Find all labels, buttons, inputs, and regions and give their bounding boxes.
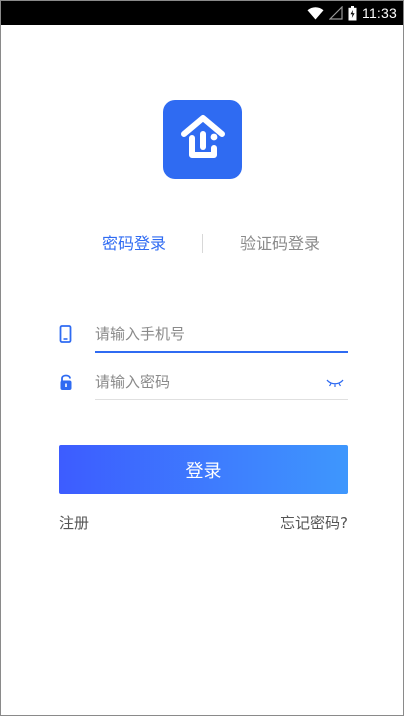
- register-link[interactable]: 注册: [59, 512, 89, 534]
- password-input[interactable]: [95, 365, 327, 399]
- login-tabs: 密码登录 验证码登录: [1, 229, 403, 259]
- forgot-password-link[interactable]: 忘记密码?: [280, 512, 348, 534]
- eye-closed-icon[interactable]: [326, 375, 344, 389]
- status-bar: 11:33: [1, 1, 403, 25]
- login-button[interactable]: 登录: [59, 445, 348, 494]
- phone-input[interactable]: [95, 317, 327, 351]
- password-underline: [95, 399, 348, 400]
- phone-underline: [95, 351, 348, 353]
- app-frame: 11:33 密码登录 验证码登录 请输入手机号 登录 注册 忘记密码?: [0, 0, 404, 716]
- tab-password-login[interactable]: 密码登录: [102, 229, 166, 259]
- tab-divider: [202, 234, 203, 253]
- house-logo-icon: [178, 114, 228, 166]
- status-time: 11:33: [362, 5, 397, 21]
- lock-icon: [59, 373, 73, 391]
- password-field: [59, 365, 348, 401]
- app-logo: [163, 100, 242, 179]
- phone-icon: [59, 325, 73, 343]
- tab-code-login[interactable]: 验证码登录: [240, 229, 320, 259]
- signal-icon: [329, 6, 343, 20]
- phone-field: [59, 317, 348, 353]
- wifi-icon: [307, 6, 324, 20]
- status-icons: 11:33: [307, 1, 397, 25]
- battery-icon: [348, 5, 357, 21]
